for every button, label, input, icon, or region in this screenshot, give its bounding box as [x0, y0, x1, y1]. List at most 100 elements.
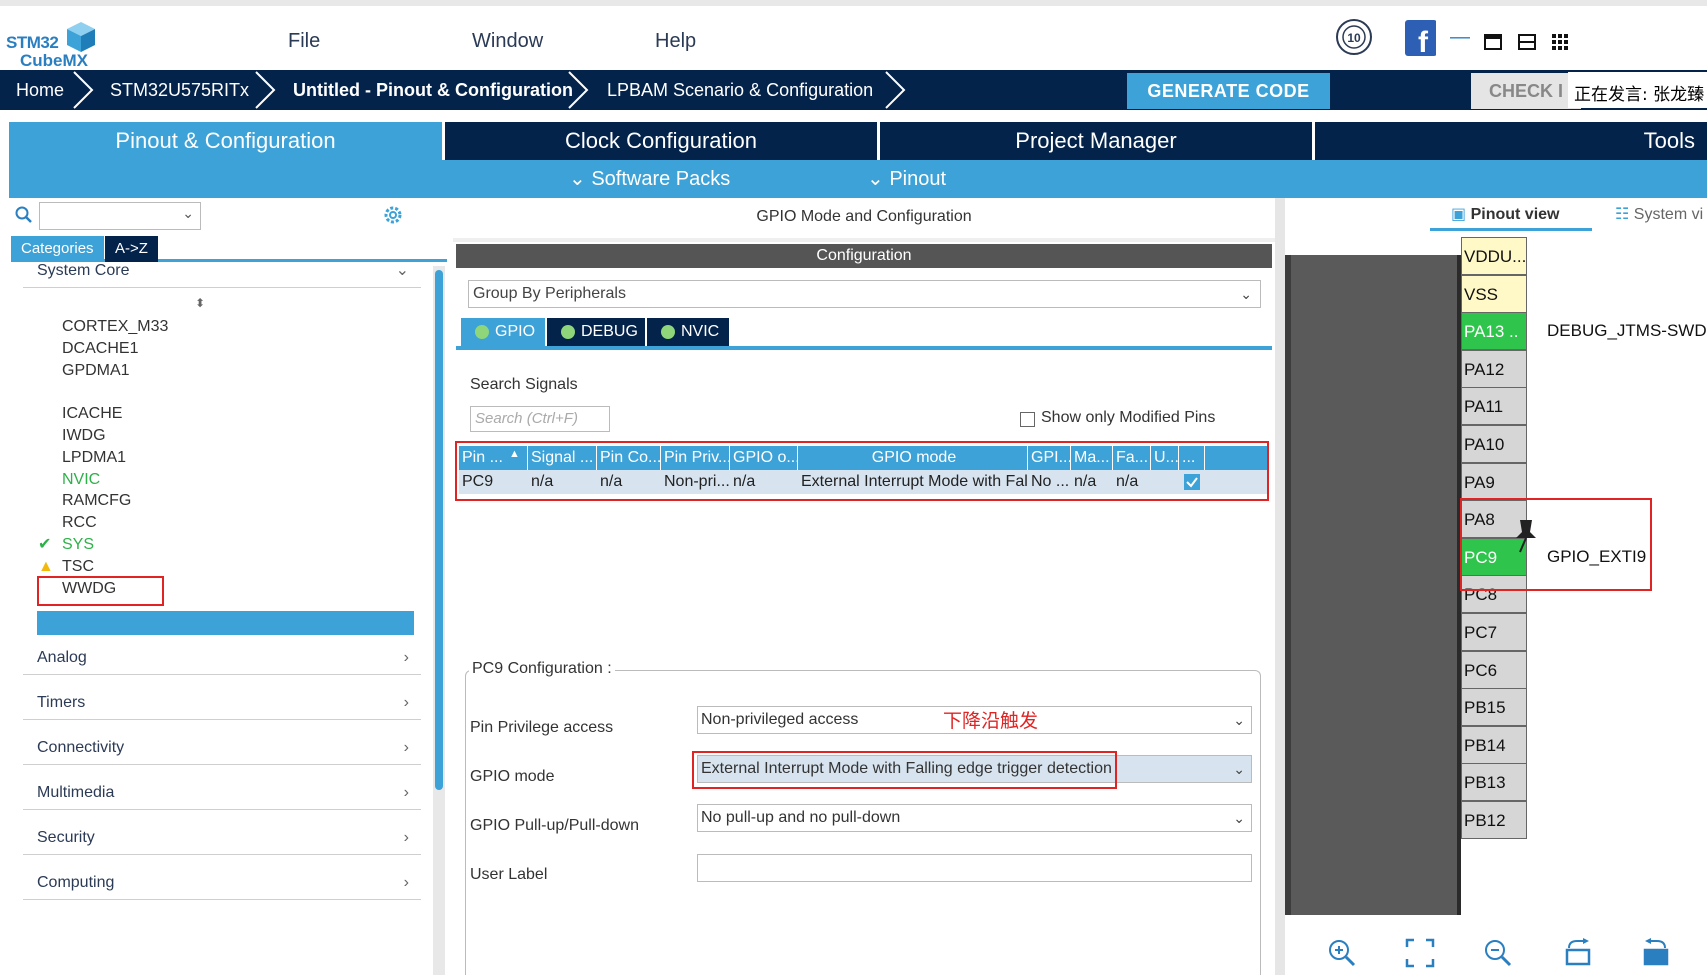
chevron-down-icon: ⌄	[1240, 286, 1252, 302]
software-packs-menu[interactable]: ⌄ Software Packs	[569, 160, 730, 198]
tab-clock-configuration[interactable]: Clock Configuration	[445, 122, 877, 160]
pin-pb13[interactable]: PB13	[1461, 763, 1527, 802]
sidebar-item-label: IWDG	[62, 427, 106, 444]
breadcrumb-mcu[interactable]: STM32U575RITx	[110, 70, 249, 110]
pin-pa13[interactable]: PA13 ..	[1461, 312, 1527, 351]
pin-pb15[interactable]: PB15	[1461, 688, 1527, 727]
tab-system-view[interactable]: ☷ System vi	[1615, 204, 1703, 228]
tab-pinout-configuration[interactable]: Pinout & Configuration	[9, 122, 442, 160]
menu-help[interactable]: Help	[655, 30, 696, 53]
pull-up-down-select[interactable]: No pull-up and no pull-down ⌄	[697, 804, 1252, 832]
group-system-core[interactable]: System Core ⌄	[23, 254, 421, 288]
chevron-down-icon: ⌄	[182, 205, 194, 221]
sidebar-item-rcc[interactable]: RCC	[62, 512, 97, 534]
fit-screen-icon[interactable]	[1405, 933, 1435, 973]
pinout-view-underline	[1430, 228, 1592, 231]
pin-pc6[interactable]: PC6	[1461, 650, 1527, 689]
sidebar-item-lpdma1[interactable]: LPDMA1	[62, 447, 126, 469]
breadcrumb-home[interactable]: Home	[16, 70, 64, 110]
group-security[interactable]: Security ›	[23, 821, 421, 855]
chip-icon: ▣	[1451, 206, 1467, 223]
breadcrumb-lpbam[interactable]: LPBAM Scenario & Configuration	[607, 70, 873, 110]
tab-tools[interactable]: Tools	[1315, 122, 1707, 160]
user-label-input[interactable]	[697, 854, 1252, 882]
sidebar-item-iwdg[interactable]: IWDG	[62, 425, 106, 447]
pinout-menu[interactable]: ⌄ Pinout	[867, 160, 946, 198]
tab-system-view-label: System vi	[1633, 206, 1704, 223]
group-timers[interactable]: Timers ›	[23, 686, 421, 720]
anniversary-badge-icon[interactable]: 10	[1335, 18, 1373, 56]
pin-pa11[interactable]: PA11	[1461, 387, 1527, 426]
zoom-out-icon[interactable]	[1483, 933, 1513, 973]
pin-vss[interactable]: VSS	[1461, 274, 1527, 313]
divider	[453, 238, 1275, 242]
chevron-right-icon: ›	[403, 694, 409, 711]
zoom-in-icon[interactable]	[1327, 933, 1357, 973]
sidebar-item-gpio[interactable]: GPIO	[58, 381, 98, 403]
config-tab-gpio[interactable]: GPIO	[461, 318, 545, 346]
gpio-highlight-box	[37, 576, 164, 606]
config-tab-nvic[interactable]: NVIC	[647, 318, 729, 346]
menu-file[interactable]: File	[288, 30, 320, 53]
pushpin-icon	[1516, 520, 1536, 553]
group-multimedia-label: Multimedia	[37, 784, 115, 801]
pc9-configuration-legend: PC9 Configuration :	[469, 660, 615, 678]
sidebar-item-cortex-m33[interactable]: CORTEX_M33	[62, 316, 168, 338]
group-analog[interactable]: Analog ›	[23, 641, 421, 675]
mcu-chip-body[interactable]	[1285, 255, 1457, 915]
left-scrollbar-thumb[interactable]	[435, 270, 443, 790]
rotate-left-icon[interactable]	[1641, 933, 1671, 973]
rotate-right-icon[interactable]	[1563, 933, 1593, 973]
search-signals-input[interactable]: Search (Ctrl+F)	[470, 406, 610, 432]
group-timers-label: Timers	[37, 694, 86, 711]
pin-privilege-label: Pin Privilege access	[470, 719, 614, 736]
svg-text:f: f	[1418, 26, 1429, 58]
sidebar-item-sys[interactable]: ✔ SYS	[38, 534, 94, 556]
sidebar-item-gpdma1[interactable]: GPDMA1	[62, 360, 130, 382]
sort-icon[interactable]: ⬍	[195, 296, 205, 310]
tab-project-manager[interactable]: Project Manager	[880, 122, 1312, 160]
chevron-right-icon: ›	[403, 829, 409, 846]
chevron-down-icon: ⌄	[1233, 761, 1245, 777]
sidebar-item-label: TSC	[62, 557, 94, 575]
sidebar-item-dcache1[interactable]: DCACHE1	[62, 338, 138, 360]
group-security-label: Security	[37, 829, 95, 846]
grid-view-icon[interactable]	[1552, 34, 1568, 50]
panel-splitter[interactable]	[1275, 198, 1285, 975]
pin-pa10[interactable]: PA10	[1461, 425, 1527, 463]
gear-icon[interactable]	[382, 204, 404, 226]
config-tabs-underline	[456, 346, 1272, 350]
group-connectivity[interactable]: Connectivity ›	[23, 731, 421, 765]
sidebar-item-icache[interactable]: ICACHE	[62, 403, 122, 425]
split-view-icon[interactable]	[1518, 34, 1536, 50]
config-tab-debug[interactable]: DEBUG	[547, 318, 645, 346]
pin-pb14[interactable]: PB14	[1461, 725, 1527, 764]
breadcrumb-chevron-icon	[885, 71, 906, 109]
pin-vddu[interactable]: VDDU...	[1461, 237, 1527, 275]
pin-privilege-value: Non-privileged access	[701, 711, 859, 728]
generate-code-button[interactable]: GENERATE CODE	[1127, 73, 1330, 109]
group-by-select[interactable]: Group By Peripherals ⌄	[468, 280, 1261, 308]
show-modified-checkbox[interactable]	[1020, 412, 1035, 427]
pin-pa12[interactable]: PA12	[1461, 349, 1527, 388]
tab-pinout-view[interactable]: ▣ Pinout view	[1451, 204, 1559, 228]
sidebar-item-ramcfg[interactable]: RAMCFG	[62, 490, 131, 512]
menu-window[interactable]: Window	[472, 30, 543, 53]
pin-pb12[interactable]: PB12	[1461, 801, 1527, 839]
breadcrumb-current-page[interactable]: Untitled - Pinout & Configuration	[293, 70, 573, 110]
minimize-icon[interactable]: —	[1450, 26, 1470, 49]
sidebar-item-label: GPIO	[58, 383, 99, 401]
pin-pa9[interactable]: PA9	[1461, 462, 1527, 501]
restore-icon[interactable]	[1484, 34, 1502, 50]
facebook-icon[interactable]: f	[1405, 18, 1437, 58]
gpio-mode-configuration-panel: GPIO Mode and Configuration Configuratio…	[453, 198, 1275, 975]
check-button[interactable]: CHECK I	[1471, 73, 1581, 109]
sidebar-item-nvic[interactable]: NVIC	[62, 469, 100, 491]
category-search-input[interactable]: ⌄	[39, 202, 201, 230]
sidebar-item-tsc[interactable]: ▲ TSC	[38, 556, 94, 578]
window-controls-bar	[1436, 14, 1707, 70]
pin-pc7[interactable]: PC7	[1461, 613, 1527, 651]
search-icon[interactable]	[15, 206, 33, 224]
group-computing[interactable]: Computing ›	[23, 866, 421, 900]
group-multimedia[interactable]: Multimedia ›	[23, 776, 421, 810]
